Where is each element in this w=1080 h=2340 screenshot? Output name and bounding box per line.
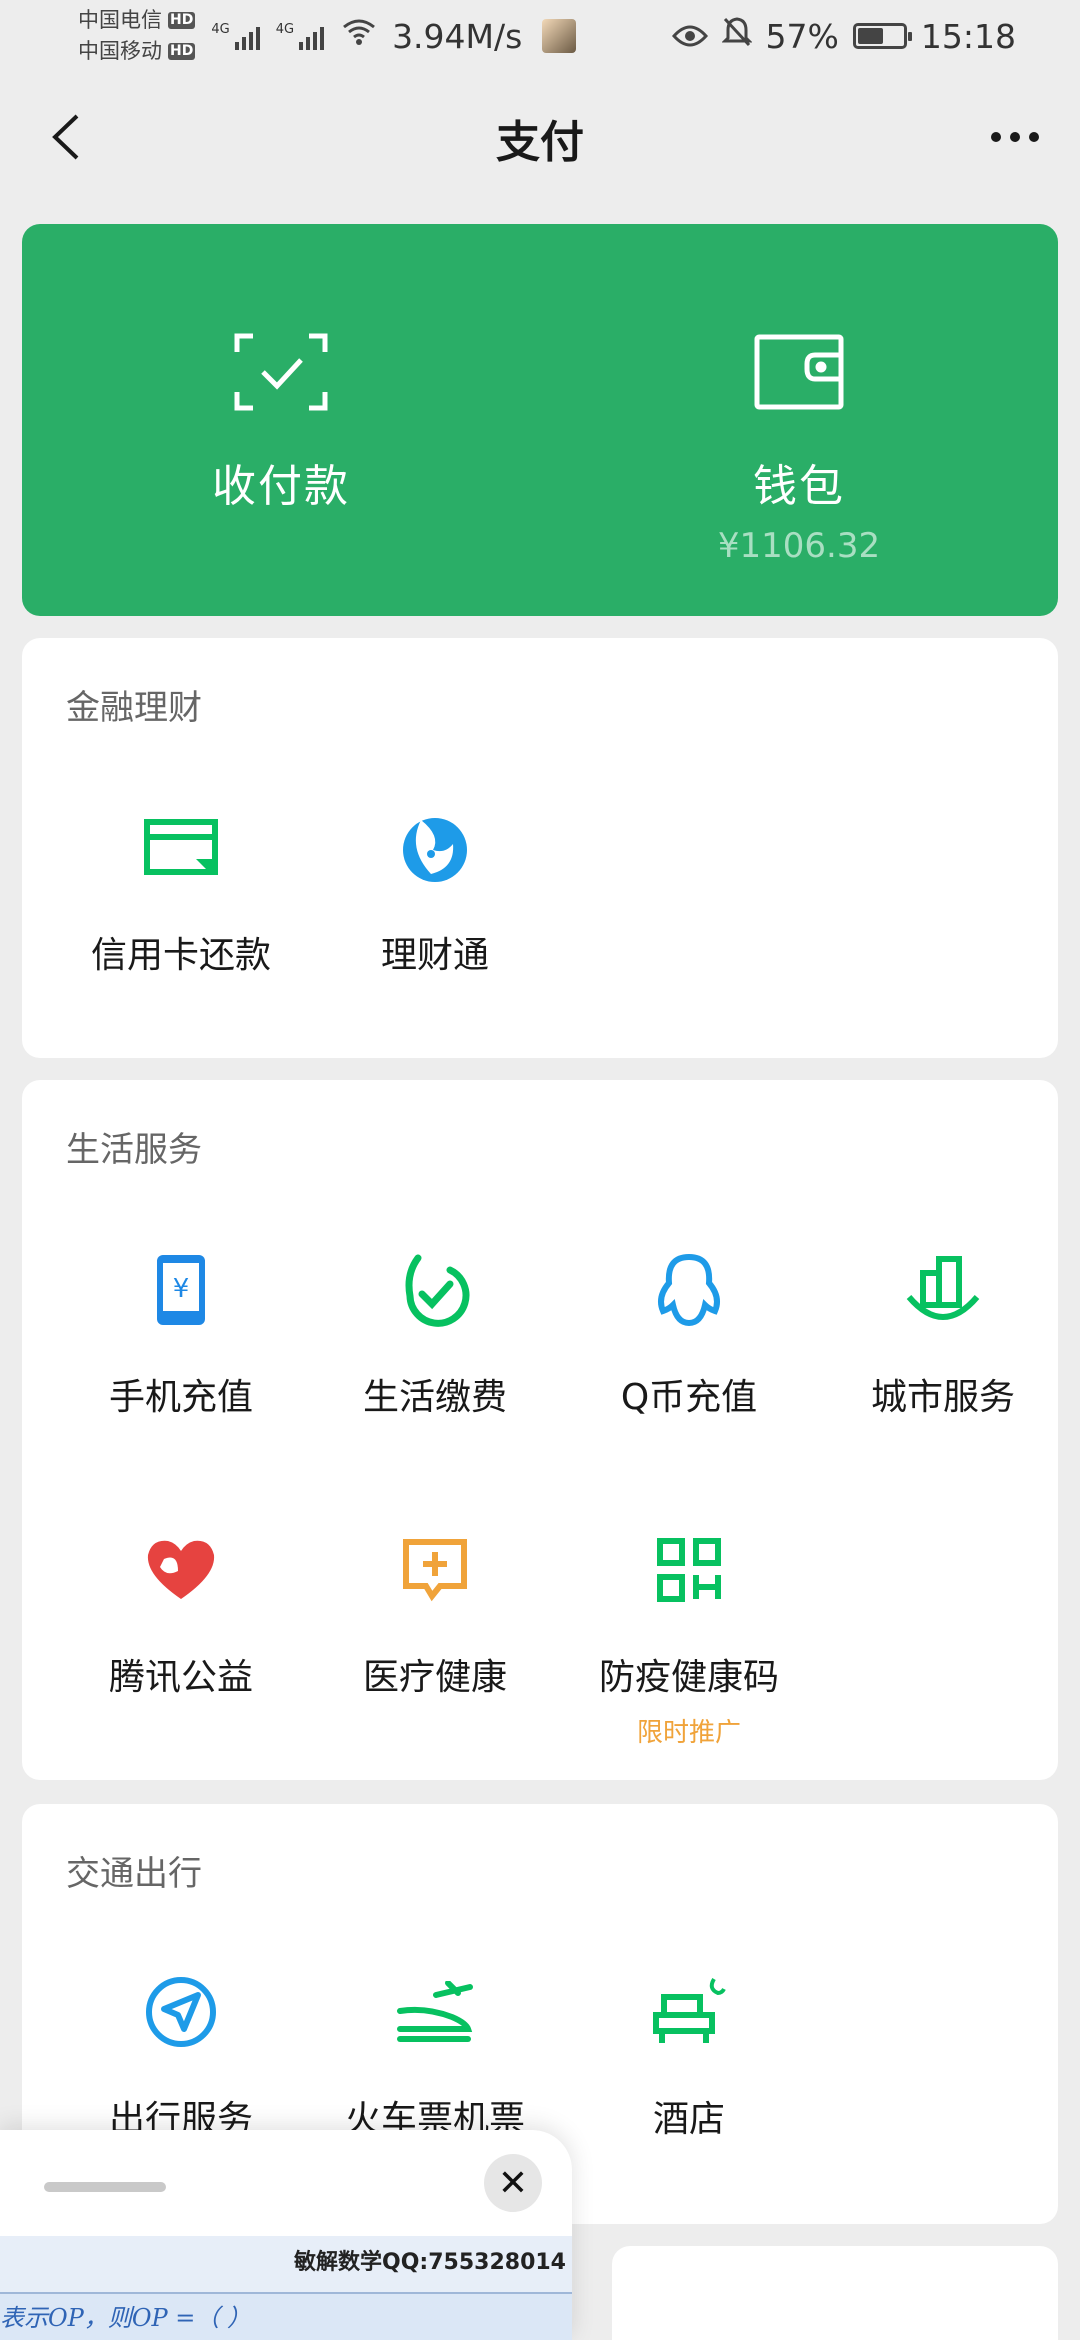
hotel-bed-icon: [647, 1970, 731, 2054]
medical-health-label: 医疗健康: [362, 1657, 507, 1698]
hotel-label: 酒店: [652, 2099, 725, 2140]
qcoin-topup-button[interactable]: Q币充值: [562, 1248, 816, 1420]
status-bar: 中国电信 HD 中国移动 HD 4G 4G 3.94M/s 57% 15:18: [0, 0, 1080, 72]
licaitong-button[interactable]: 理财通: [308, 806, 562, 978]
city-service-icon: [901, 1248, 985, 1332]
credit-card-repay-button[interactable]: 信用卡还款: [54, 806, 308, 978]
hd-badge: HD: [168, 12, 196, 29]
tencent-charity-label: 腾讯公益: [108, 1657, 253, 1698]
train-plane-icon: [393, 1970, 477, 2054]
credit-card-icon: [139, 806, 223, 890]
credit-card-repay-label: 信用卡还款: [90, 935, 271, 976]
qcoin-topup-label: Q币充值: [620, 1377, 758, 1418]
more-button[interactable]: [980, 102, 1050, 172]
utility-bill-label: 生活缴费: [362, 1377, 507, 1418]
utility-bill-icon: [393, 1248, 477, 1332]
finance-section: 金融理财 信用卡还款 理财通: [22, 638, 1058, 1058]
preview-qq-text: 敏解数学QQ:755328014: [294, 2250, 566, 2275]
life-services-section: 生活服务 ¥ 手机充值 生活缴费 Q币充值 城市服务 腾讯公益 医疗健康 防疫健…: [22, 1080, 1058, 1780]
receive-pay-button[interactable]: 收付款: [22, 224, 540, 616]
clock: 15:18: [920, 16, 1016, 56]
more-dots-icon: [991, 132, 1001, 142]
qr-health-code-icon: [647, 1528, 731, 1612]
mute-bell-icon: [720, 16, 753, 56]
tencent-charity-button[interactable]: 腾讯公益: [54, 1528, 308, 1700]
hd-badge-2: HD: [168, 43, 196, 60]
health-code-button[interactable]: 防疫健康码 限时推广: [562, 1528, 816, 1749]
phone-topup-label: 手机充值: [108, 1377, 253, 1418]
carrier-2: 中国移动: [78, 39, 162, 63]
battery-percent: 57%: [765, 16, 839, 56]
floating-content-preview[interactable]: 敏解数学QQ:755328014 表示OP，则OP =（ ）: [0, 2236, 572, 2340]
city-service-button[interactable]: 城市服务: [816, 1248, 1070, 1420]
section-title: 交通出行: [66, 1854, 202, 1894]
scan-pay-icon: [233, 324, 329, 420]
preview-formula-text: 表示OP，则OP =（ ）: [0, 2304, 252, 2332]
back-button[interactable]: [30, 102, 100, 172]
section-title: 金融理财: [66, 688, 202, 728]
travel-service-button[interactable]: 出行服务: [54, 1970, 308, 2142]
signal-icon: 4G: [211, 22, 260, 50]
hotel-button[interactable]: 酒店: [562, 1970, 816, 2142]
close-icon: ✕: [497, 2162, 529, 2204]
eye-icon: [671, 17, 708, 56]
next-section-card: [612, 2246, 1058, 2340]
wifi-icon: [342, 18, 376, 54]
city-service-label: 城市服务: [870, 1377, 1015, 1418]
phone-topup-button[interactable]: ¥ 手机充值: [54, 1248, 308, 1420]
nav-bar: 支付: [0, 72, 1080, 204]
wallet-label: 钱包: [753, 461, 845, 512]
svg-text:¥: ¥: [173, 1274, 190, 1304]
medical-icon: [393, 1528, 477, 1612]
qq-penguin-icon: [647, 1248, 731, 1332]
charity-heart-icon: [139, 1528, 223, 1612]
utility-bill-button[interactable]: 生活缴费: [308, 1248, 562, 1420]
battery-icon: [852, 23, 912, 49]
carrier-info: 中国电信 HD 中国移动 HD: [78, 5, 196, 67]
phone-topup-icon: ¥: [139, 1248, 223, 1332]
licaitong-label: 理财通: [380, 935, 489, 976]
travel-navigation-icon: [139, 1970, 223, 2054]
medical-health-button[interactable]: 医疗健康: [308, 1528, 562, 1700]
close-floating-button[interactable]: ✕: [484, 2154, 542, 2212]
wallet-balance: ¥1106.32: [717, 526, 881, 566]
licaitong-icon: [393, 806, 477, 890]
wallet-icon: [751, 324, 847, 420]
app-notification-icon: [542, 19, 577, 53]
wallet-button[interactable]: 钱包 ¥1106.32: [540, 224, 1058, 616]
health-code-label: 防疫健康码: [598, 1657, 779, 1698]
network-speed: 3.94M/s: [392, 16, 523, 56]
section-title: 生活服务: [66, 1130, 202, 1170]
receive-pay-label: 收付款: [212, 461, 350, 512]
floating-window[interactable]: ✕ 敏解数学QQ:755328014 表示OP，则OP =（ ）: [0, 2130, 572, 2340]
carrier-1: 中国电信: [78, 8, 162, 32]
train-plane-button[interactable]: 火车票机票: [308, 1970, 562, 2142]
page-title: 支付: [496, 117, 584, 168]
promo-tag: 限时推广: [636, 1718, 741, 1748]
payment-hero-card: 收付款 钱包 ¥1106.32: [22, 224, 1058, 616]
chevron-left-icon: [52, 114, 79, 160]
drag-handle[interactable]: [44, 2182, 166, 2192]
signal-icon-2: 4G: [276, 22, 325, 50]
